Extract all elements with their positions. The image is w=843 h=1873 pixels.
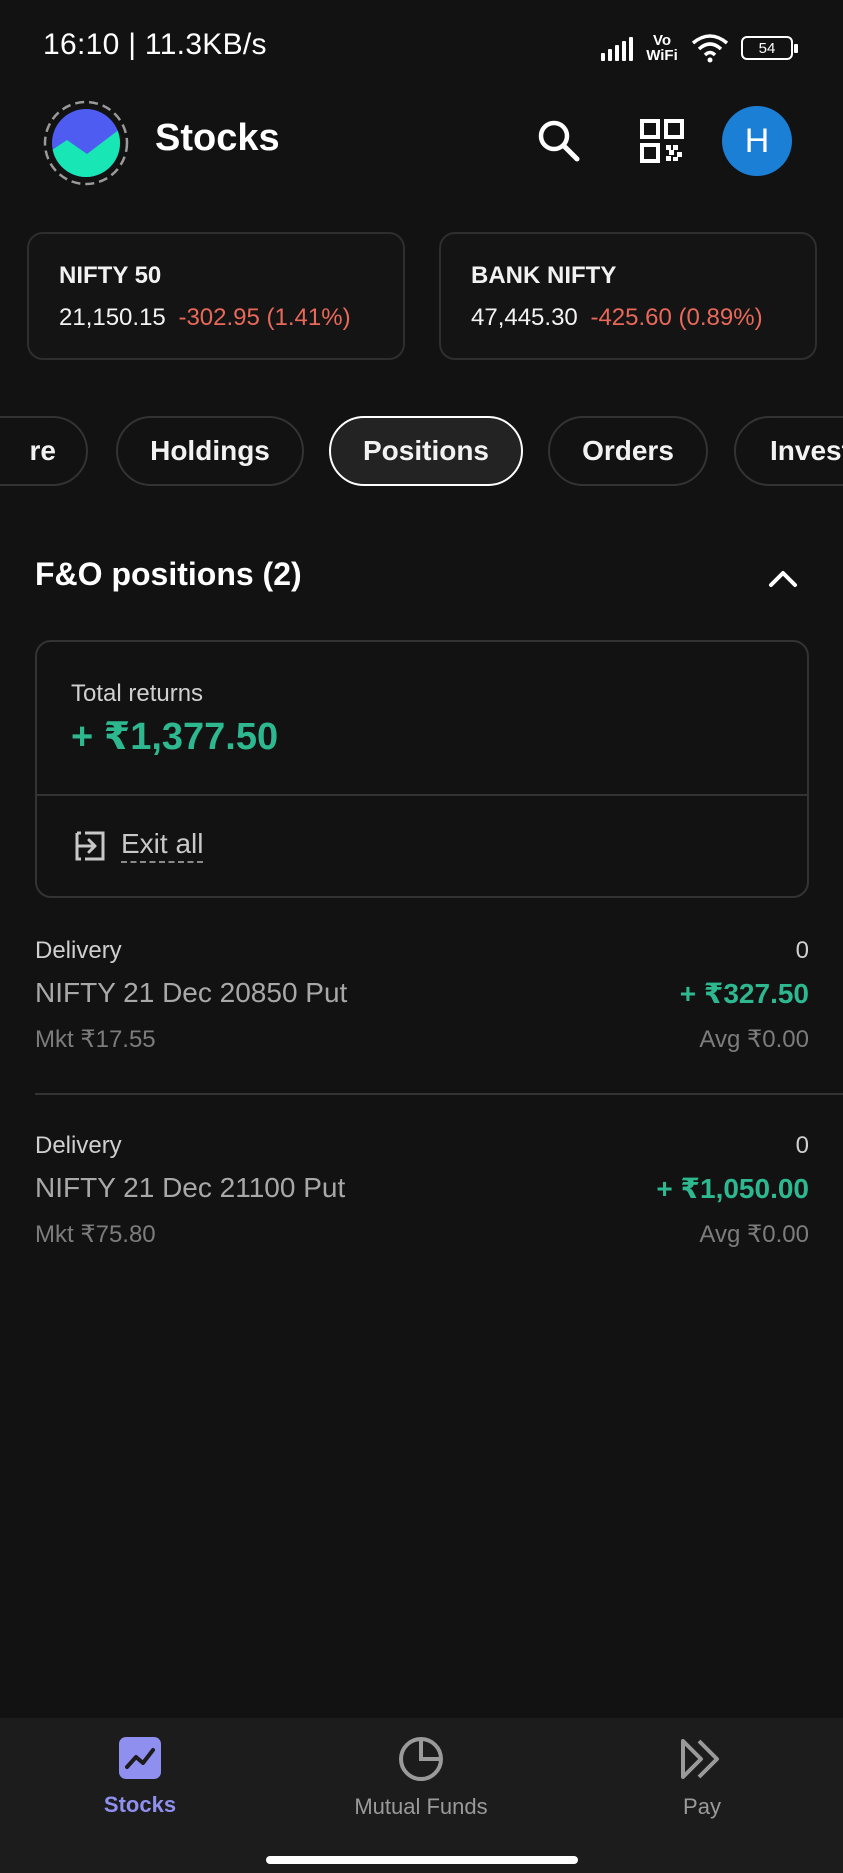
tab-bar: re Holdings Positions Orders Invest <box>0 416 843 486</box>
position-type: Delivery <box>35 1132 122 1159</box>
exit-all-button[interactable]: Exit all <box>73 828 204 863</box>
position-name: NIFTY 21 Dec 21100 Put <box>35 1172 346 1203</box>
qr-scanner-button[interactable] <box>634 113 690 169</box>
bottom-nav: Stocks Mutual Funds Pay <box>0 1718 843 1873</box>
position-pnl: + ₹1,050.00 <box>656 1173 809 1204</box>
collapse-button[interactable] <box>762 558 804 600</box>
divider <box>35 1093 843 1095</box>
position-avg-price: Avg ₹0.00 <box>699 1221 809 1248</box>
tab-holdings[interactable]: Holdings <box>116 416 304 486</box>
position-type: Delivery <box>35 937 122 964</box>
search-icon <box>538 120 580 162</box>
tab-label: re <box>29 435 56 466</box>
position-qty: 0 <box>795 937 809 964</box>
position-qty: 0 <box>795 1132 809 1159</box>
index-name: BANK NIFTY <box>471 262 617 289</box>
status-time: 16:10 | 11.3KB/s <box>43 28 267 61</box>
status-bar: 16:10 | 11.3KB/s Vo WiFi 54 <box>0 0 843 90</box>
pie-chart-icon <box>399 1737 443 1781</box>
tab-investments[interactable]: Invest <box>734 416 843 486</box>
total-returns-card: Total returns + ₹1,377.50 Exit all <box>35 640 809 898</box>
battery-icon: 54 <box>741 36 798 60</box>
position-avg-price: Avg ₹0.00 <box>699 1026 809 1053</box>
position-row[interactable]: Delivery 0 NIFTY 21 Dec 20850 Put + ₹327… <box>35 937 809 1067</box>
app-header: Stocks H <box>0 95 843 190</box>
nav-label: Stocks <box>103 1792 177 1817</box>
position-row[interactable]: Delivery 0 NIFTY 21 Dec 21100 Put + ₹1,0… <box>35 1132 809 1262</box>
home-indicator[interactable] <box>266 1856 578 1864</box>
exit-all-label: Exit all <box>121 828 204 863</box>
tab-positions[interactable]: Positions <box>329 416 523 486</box>
tab-orders[interactable]: Orders <box>548 416 708 486</box>
avatar[interactable]: H <box>722 106 792 176</box>
nav-stocks[interactable]: Stocks <box>40 1736 240 1818</box>
page-title: Stocks <box>155 117 280 159</box>
tab-explore[interactable]: re <box>0 416 88 486</box>
nav-label: Pay <box>683 1794 721 1819</box>
vowifi-icon: Vo WiFi <box>646 32 678 64</box>
index-change: -425.60 (0.89%) <box>590 304 763 331</box>
tab-label: Positions <box>362 435 489 466</box>
nav-mutual-funds[interactable]: Mutual Funds <box>321 1736 521 1820</box>
index-value: 47,445.30 <box>471 304 578 331</box>
tab-label: Holdings <box>150 435 270 466</box>
chevron-up-icon <box>769 571 797 587</box>
total-returns-value: + ₹1,377.50 <box>71 716 279 758</box>
position-name: NIFTY 21 Dec 20850 Put <box>35 977 348 1008</box>
tab-label: Orders <box>582 435 674 466</box>
index-card-banknifty[interactable]: BANK NIFTY 47,445.30 -425.60 (0.89%) <box>439 232 817 360</box>
position-mkt-price: Mkt ₹75.80 <box>35 1221 156 1248</box>
search-button[interactable] <box>531 113 587 169</box>
divider <box>37 794 807 796</box>
index-value: 21,150.15 <box>59 304 166 331</box>
app-logo-icon[interactable] <box>43 100 129 186</box>
nav-pay[interactable]: Pay <box>602 1736 802 1820</box>
nav-label: Mutual Funds <box>354 1794 488 1819</box>
index-card-nifty50[interactable]: NIFTY 50 21,150.15 -302.95 (1.41%) <box>27 232 405 360</box>
index-name: NIFTY 50 <box>59 262 162 289</box>
position-pnl: + ₹327.50 <box>679 978 809 1009</box>
qr-code-icon <box>640 119 684 163</box>
total-returns-label: Total returns <box>71 680 204 707</box>
status-icons: Vo WiFi 54 <box>601 28 798 68</box>
exit-icon <box>75 831 105 860</box>
pay-forward-icon <box>681 1739 719 1779</box>
section-title: F&O positions (2) <box>35 556 302 592</box>
index-change: -302.95 (1.41%) <box>178 304 351 331</box>
tab-label: Invest <box>770 435 843 466</box>
signal-icon <box>601 35 633 61</box>
position-mkt-price: Mkt ₹17.55 <box>35 1026 156 1053</box>
wifi-icon <box>691 34 729 63</box>
stocks-chart-icon <box>119 1737 161 1779</box>
